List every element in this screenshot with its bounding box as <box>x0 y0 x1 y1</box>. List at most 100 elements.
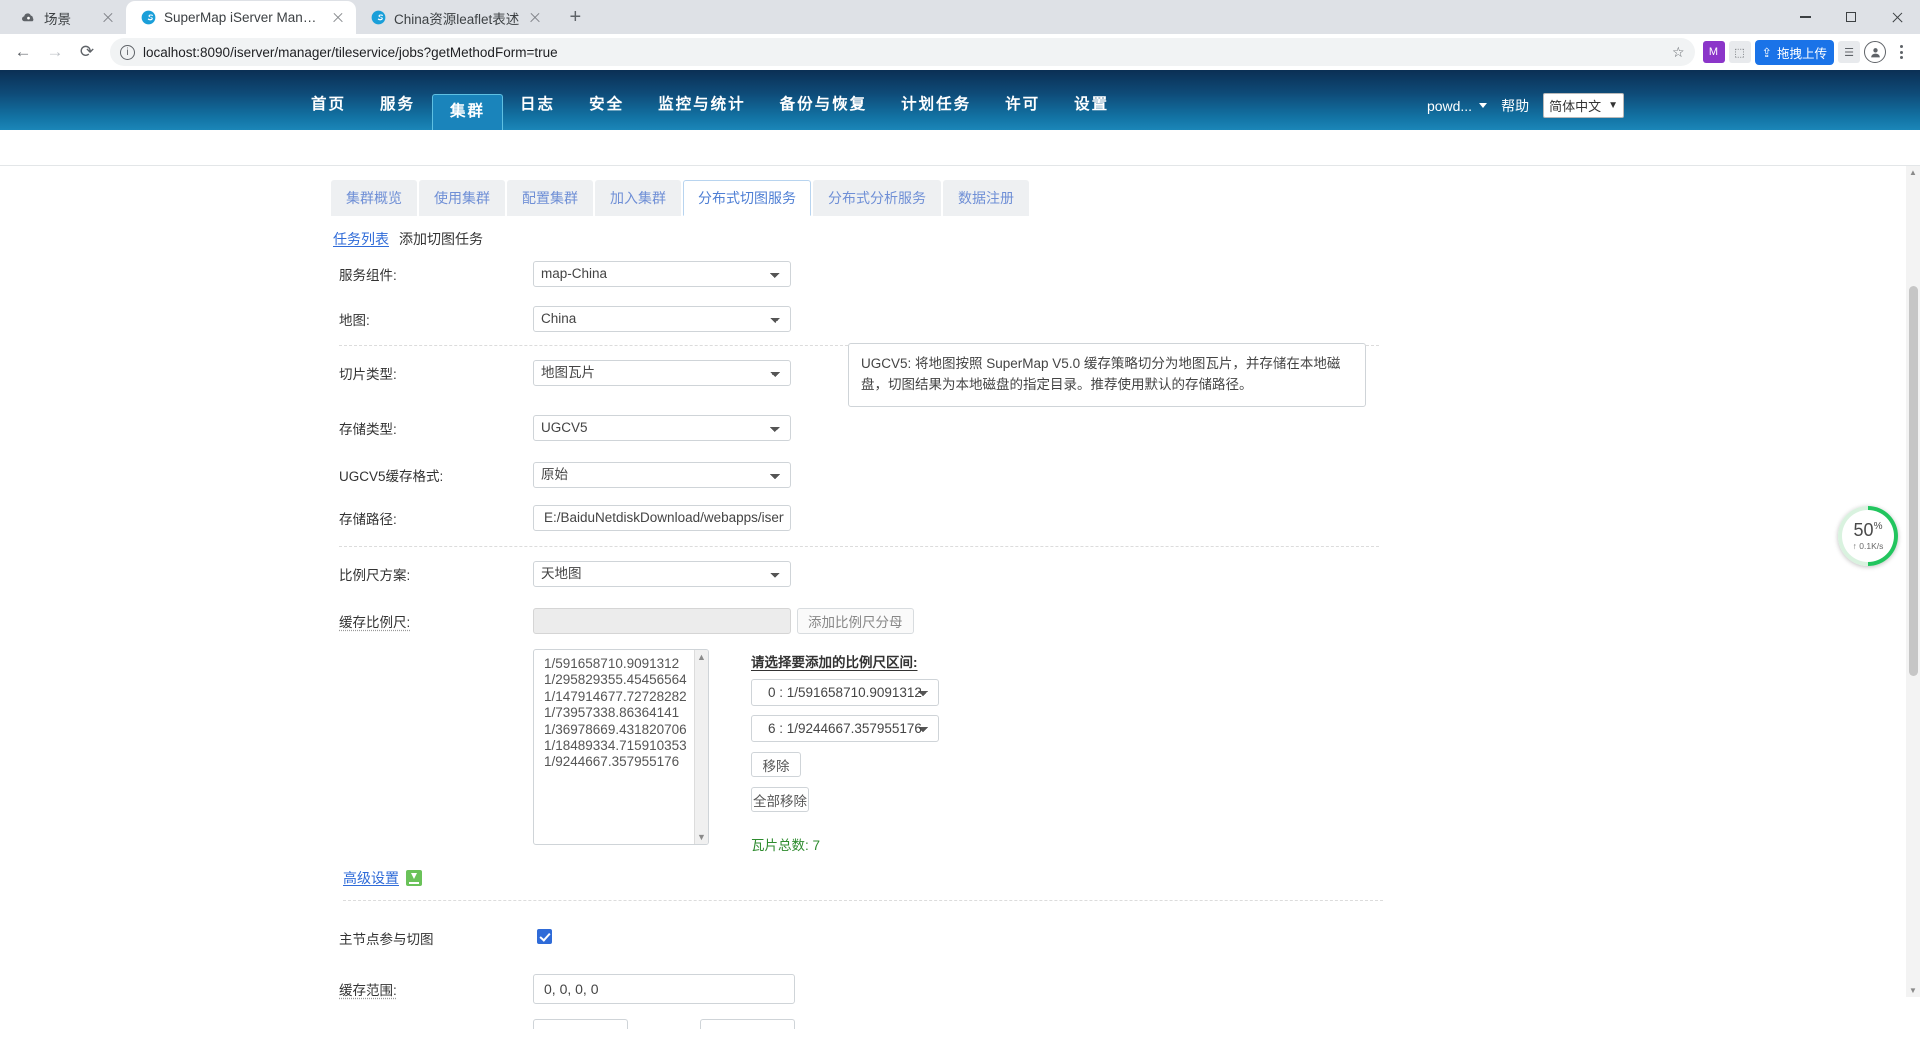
nav-item-services[interactable]: 服务 <box>363 88 432 122</box>
label-scale-scheme: 比例尺方案: <box>339 567 411 583</box>
list-item[interactable]: 1/73957338.86364141 <box>544 705 708 721</box>
breadcrumb: 任务列表 添加切图任务 <box>323 216 1605 255</box>
cache-scale-input[interactable] <box>533 607 791 634</box>
list-item[interactable]: 1/9244667.357955176 <box>544 754 708 770</box>
scale-range-to-select[interactable]: 6 : 1/9244667.357955176 <box>751 715 939 742</box>
label-master-node: 主节点参与切图 <box>339 931 434 947</box>
nav-item-security[interactable]: 安全 <box>572 88 641 122</box>
forward-icon[interactable]: → <box>40 37 70 67</box>
nav-item-logs[interactable]: 日志 <box>503 88 572 122</box>
browser-tab-0[interactable]: 场景 <box>6 1 126 34</box>
scroll-down-icon[interactable]: ▼ <box>1909 986 1917 995</box>
page-body: 集群概览 使用集群 配置集群 加入集群 分布式切图服务 分布式分析服务 数据注册… <box>0 166 1920 1029</box>
tab-use-cluster[interactable]: 使用集群 <box>419 180 505 216</box>
user-menu[interactable]: powd... <box>1427 98 1488 114</box>
scroll-up-icon[interactable]: ▲ <box>697 650 706 664</box>
bookmark-star-icon[interactable]: ☆ <box>1672 44 1685 61</box>
site-info-icon[interactable]: i <box>120 44 135 60</box>
map-select[interactable]: China <box>533 305 791 332</box>
browser-tab-title: China资源leaflet表述 <box>394 11 520 27</box>
puzzle-icon[interactable]: ⬚ <box>1728 41 1751 63</box>
breadcrumb-task-list[interactable]: 任务列表 <box>333 229 389 249</box>
help-link[interactable]: 帮助 <box>1501 96 1529 116</box>
tab-data-registration[interactable]: 数据注册 <box>943 180 1029 216</box>
nav-item-cluster[interactable]: 集群 <box>432 94 504 130</box>
scale-selection-area: 1/591658710.9091312 1/295829355.45456564… <box>333 649 1605 854</box>
field-scale-scheme: 比例尺方案: 天地图 <box>333 555 1605 592</box>
scale-scheme-select[interactable]: 天地图 <box>533 560 791 587</box>
remove-all-button[interactable]: 全部移除 <box>751 787 809 812</box>
scrollbar-thumb[interactable] <box>1909 286 1918 676</box>
list-icon[interactable]: ☰ <box>1838 41 1860 63</box>
storage-path-input[interactable] <box>533 504 791 531</box>
ugcv5-format-select[interactable]: 原始 <box>533 461 791 488</box>
list-item[interactable]: 1/36978669.431820706 <box>544 722 708 738</box>
tab-configure-cluster[interactable]: 配置集群 <box>507 180 593 216</box>
avatar[interactable] <box>1864 41 1886 63</box>
progress-percent: 50% <box>1854 521 1883 539</box>
nav-item-license[interactable]: 许可 <box>988 88 1057 122</box>
browser-tab-1[interactable]: SuperMap iServer Manager <box>126 1 356 34</box>
tile-type-select[interactable]: 地图瓦片 <box>533 359 791 386</box>
address-bar[interactable]: i localhost:8090/iserver/manager/tileser… <box>110 38 1695 66</box>
main-navigation: 首页 服务 集群 日志 安全 监控与统计 备份与恢复 计划任务 许可 设置 <box>294 70 1126 130</box>
breadcrumb-current: 添加切图任务 <box>399 231 483 247</box>
nav-item-scheduled[interactable]: 计划任务 <box>884 88 988 122</box>
field-cache-bounds: 缓存范围: <box>333 970 1605 1007</box>
supermap-icon <box>140 10 156 26</box>
field-cache-scale: 缓存比例尺: 添加比例尺分母 <box>333 602 1605 639</box>
maximize-icon[interactable] <box>1828 0 1874 34</box>
close-icon[interactable] <box>100 10 116 26</box>
page-scrollbar[interactable]: ▲ ▼ <box>1906 166 1920 997</box>
progress-speed: ↑ 0.1K/s <box>1852 541 1884 551</box>
scale-list-scrollbar[interactable]: ▲ ▼ <box>694 650 708 844</box>
language-select[interactable]: 简体中文 ▼ <box>1543 93 1624 118</box>
list-item[interactable]: 1/295829355.45456564 <box>544 672 708 688</box>
list-item[interactable]: 1/18489334.715910353 <box>544 738 708 754</box>
back-icon[interactable]: ← <box>8 37 38 67</box>
chevron-down-icon <box>1479 103 1488 108</box>
remove-button[interactable]: 移除 <box>751 752 801 777</box>
advanced-settings-link[interactable]: 高级设置 <box>343 868 399 888</box>
list-item[interactable]: 1/147914677.72728282 <box>544 689 708 705</box>
scroll-up-icon[interactable]: ▲ <box>1909 168 1917 177</box>
tab-join-cluster[interactable]: 加入集群 <box>595 180 681 216</box>
tab-cluster-overview[interactable]: 集群概览 <box>331 180 417 216</box>
clipped-field-1[interactable] <box>533 1019 628 1029</box>
new-tab-button[interactable]: + <box>561 3 589 31</box>
progress-inner: 50% ↑ 0.1K/s <box>1842 510 1894 562</box>
service-component-select[interactable]: map-China <box>533 260 791 287</box>
storage-type-select[interactable]: UGCV5 <box>533 414 791 441</box>
close-icon[interactable] <box>330 10 346 26</box>
scale-list[interactable]: 1/591658710.9091312 1/295829355.45456564… <box>533 649 709 845</box>
close-icon[interactable] <box>527 10 543 26</box>
browser-menu-icon[interactable] <box>1890 41 1912 63</box>
field-service-component: 服务组件: map-China <box>333 255 1605 292</box>
nav-item-backup[interactable]: 备份与恢复 <box>763 88 885 122</box>
cache-bounds-input[interactable] <box>533 973 795 1004</box>
tab-distributed-tiling[interactable]: 分布式切图服务 <box>683 180 811 216</box>
nav-item-settings[interactable]: 设置 <box>1057 88 1126 122</box>
download-progress-widget[interactable]: 50% ↑ 0.1K/s <box>1838 506 1898 566</box>
extension-icon[interactable]: M <box>1702 41 1725 63</box>
header-strip <box>0 130 1920 166</box>
close-window-icon[interactable] <box>1874 0 1920 34</box>
label-storage-path: 存储路径: <box>339 511 397 527</box>
tab-distributed-analysis[interactable]: 分布式分析服务 <box>813 180 941 216</box>
list-item[interactable]: 1/591658710.9091312 <box>544 656 708 672</box>
label-tile-type: 切片类型: <box>339 366 397 382</box>
field-map: 地图: China <box>333 300 1605 337</box>
master-node-checkbox[interactable] <box>537 928 552 944</box>
drag-upload-button[interactable]: ⇪ 拖拽上传 <box>1754 39 1834 65</box>
browser-tab-2[interactable]: China资源leaflet表述 <box>356 1 553 34</box>
browser-toolbar: ← → ⟳ i localhost:8090/iserver/manager/t… <box>0 34 1920 70</box>
nav-item-home[interactable]: 首页 <box>294 88 363 122</box>
nav-item-monitoring[interactable]: 监控与统计 <box>641 88 763 122</box>
minimize-icon[interactable] <box>1782 0 1828 34</box>
scale-range-from-select[interactable]: 0 : 1/591658710.9091312 <box>751 679 939 706</box>
scroll-down-icon[interactable]: ▼ <box>697 830 706 844</box>
clipped-field-2[interactable] <box>700 1019 795 1029</box>
expand-down-icon[interactable] <box>406 870 422 886</box>
add-scale-denominator-button[interactable]: 添加比例尺分母 <box>797 607 914 634</box>
reload-icon[interactable]: ⟳ <box>72 37 102 67</box>
